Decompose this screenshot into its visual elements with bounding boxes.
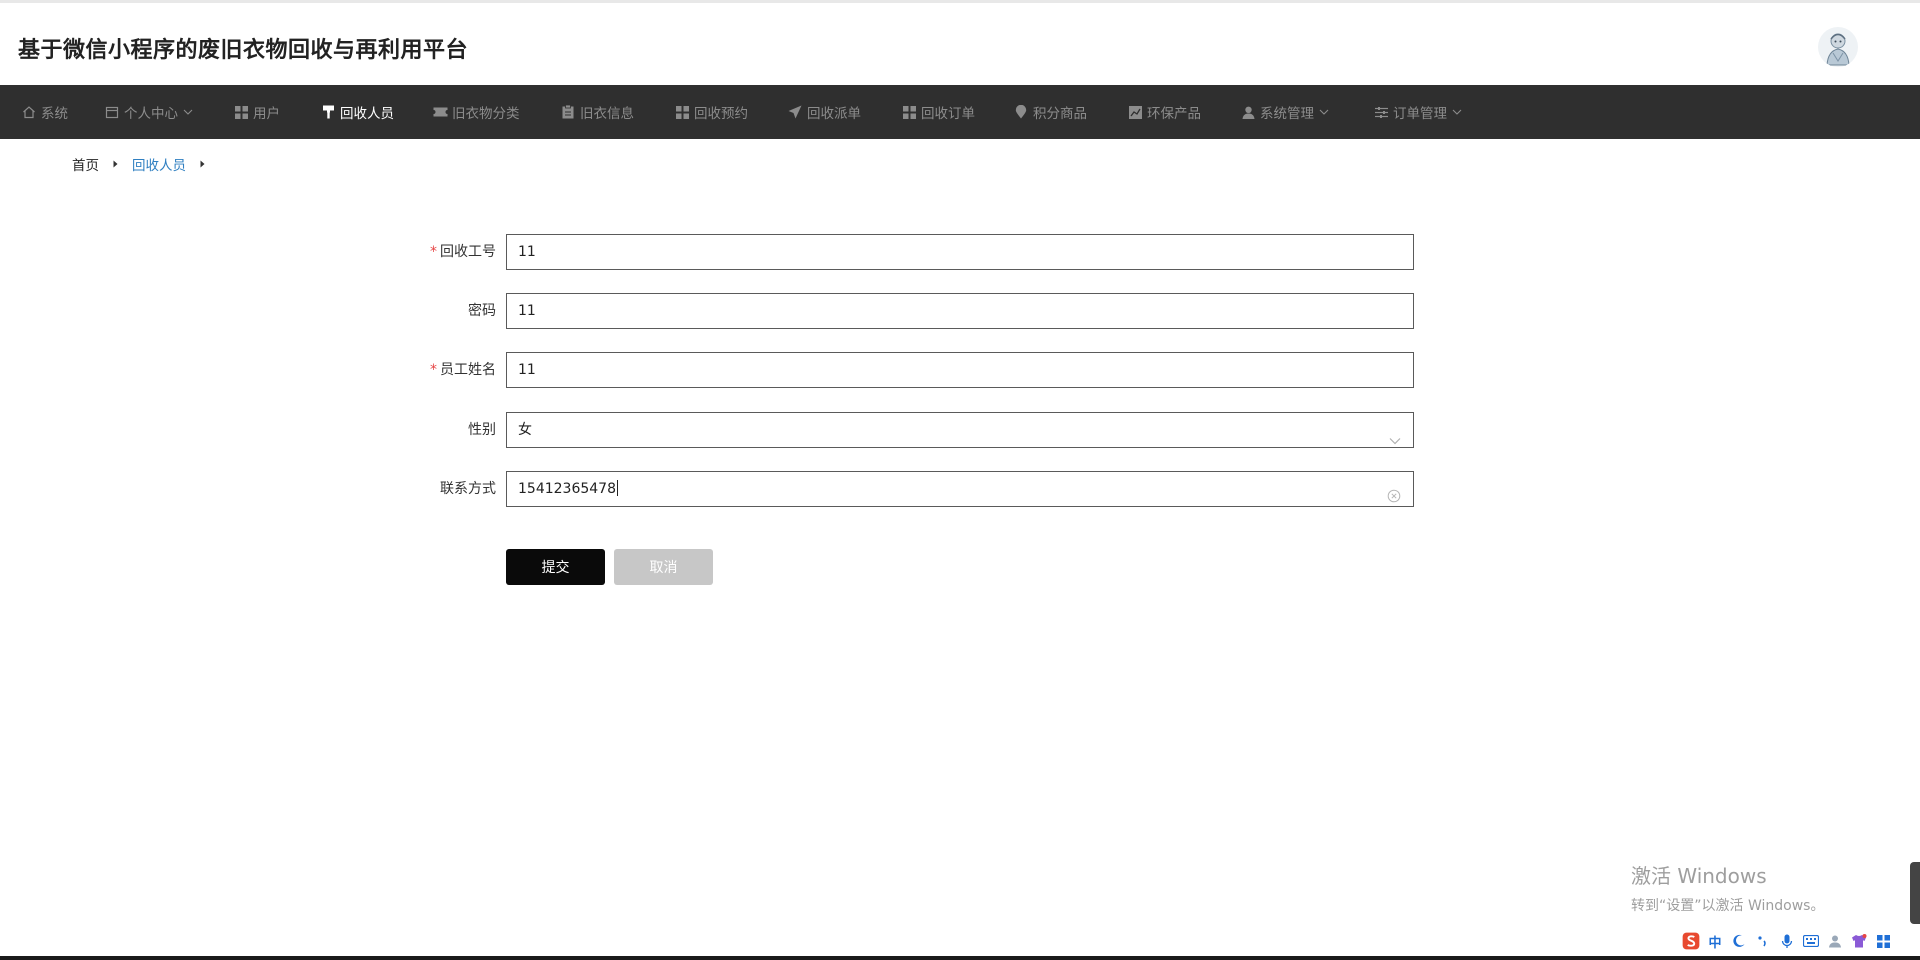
password-input[interactable]: 11: [506, 293, 1414, 329]
keyboard-icon[interactable]: [1802, 932, 1820, 950]
cancel-button[interactable]: 取消: [614, 549, 713, 585]
avatar[interactable]: [1818, 27, 1858, 67]
nav-label: 订单管理: [1393, 106, 1447, 122]
gender-select-value: 女: [518, 422, 532, 438]
staff-name-input[interactable]: 11: [506, 352, 1414, 388]
clear-icon[interactable]: [1387, 482, 1401, 516]
header: 基于微信小程序的废旧衣物回收与再利用平台: [0, 3, 1920, 85]
gender-select[interactable]: 女: [506, 412, 1414, 448]
nav-label: 旧衣信息: [580, 106, 634, 122]
toolbox-grid-icon[interactable]: [1874, 932, 1892, 950]
avatar-image: [1818, 27, 1858, 67]
clipboard-icon: [560, 104, 576, 120]
skin-shirt-icon[interactable]: [1850, 932, 1868, 950]
form-row-password: 密码 11: [400, 292, 1414, 330]
nav-label: 个人中心: [124, 106, 178, 122]
nav-item-system-management[interactable]: 系统管理: [1240, 85, 1329, 139]
required-mark: *: [430, 362, 437, 378]
punctuation-icon[interactable]: [1754, 932, 1772, 950]
user-icon: [1240, 104, 1256, 120]
nav-item-users[interactable]: 用户: [233, 85, 280, 139]
nav-label: 回收派单: [807, 106, 861, 122]
nav-item-recyclers[interactable]: 回收人员: [320, 85, 394, 139]
nav-item-personal-center[interactable]: 个人中心: [104, 85, 193, 139]
watermark-subtitle: 转到“设置”以激活 Windows。: [1631, 898, 1825, 914]
nav-label: 回收预约: [694, 106, 748, 122]
breadcrumb-home[interactable]: 首页: [72, 154, 99, 174]
staff-id-label: * 回收工号: [430, 244, 496, 260]
submit-button[interactable]: 提交: [506, 549, 605, 585]
contact-input[interactable]: 15412365478: [506, 471, 1414, 507]
nav-item-system[interactable]: 系统: [21, 85, 68, 139]
nav-label: 回收订单: [921, 106, 975, 122]
text-cursor: [616, 480, 618, 496]
send-icon: [787, 104, 803, 120]
nav-item-recycle-orders[interactable]: 回收订单: [901, 85, 975, 139]
breadcrumb: 首页 回收人员: [72, 154, 219, 174]
app-title: 基于微信小程序的废旧衣物回收与再利用平台: [18, 38, 469, 63]
ime-mode-indicator[interactable]: 中: [1706, 932, 1724, 951]
nav-item-clothes-category[interactable]: 旧衣物分类: [432, 85, 520, 139]
form-row-staff-name: * 员工姓名 11: [400, 351, 1414, 389]
nav-item-recycle-appointment[interactable]: 回收预约: [674, 85, 748, 139]
chevron-down-icon: [183, 109, 193, 115]
main-nav: 系统 个人中心 用户 回收人员 旧衣物分类 旧衣信息 回收预约 回收派单 回收订…: [0, 85, 1920, 139]
password-label: 密码: [468, 303, 496, 319]
nav-label: 用户: [253, 106, 280, 122]
breadcrumb-current[interactable]: 回收人员: [132, 154, 186, 174]
home-icon: [21, 104, 37, 120]
chevron-down-icon: [1319, 109, 1329, 115]
chevron-right-icon: [113, 160, 118, 168]
ticket-icon: [432, 104, 448, 120]
watermark-title: 激活 Windows: [1631, 864, 1767, 888]
chevron-down-icon: [1452, 109, 1462, 115]
nav-item-points-goods[interactable]: 积分商品: [1013, 85, 1087, 139]
nav-label: 积分商品: [1033, 106, 1087, 122]
gender-label: 性别: [468, 422, 496, 438]
location-pin-icon: [1013, 104, 1029, 120]
nav-label: 回收人员: [340, 106, 394, 122]
nav-item-order-management[interactable]: 订单管理: [1373, 85, 1462, 139]
grid-icon: [674, 104, 690, 120]
nav-label: 旧衣物分类: [452, 106, 520, 122]
user-profile-icon[interactable]: [1826, 932, 1844, 950]
sliders-icon: [1373, 104, 1389, 120]
nav-item-recycle-dispatch[interactable]: 回收派单: [787, 85, 861, 139]
staff-name-label: * 员工姓名: [430, 362, 496, 378]
side-scroll-handle[interactable]: [1910, 862, 1920, 924]
sogou-logo-icon[interactable]: [1682, 932, 1700, 950]
paint-roller-icon: [320, 104, 336, 120]
chart-icon: [1127, 104, 1143, 120]
windows-activation-watermark: 激活 Windows 转到“设置”以激活 Windows。: [1631, 860, 1824, 915]
microphone-icon[interactable]: [1778, 932, 1796, 950]
bottom-edge-bar: [0, 956, 1920, 960]
staff-id-input[interactable]: 11: [506, 234, 1414, 270]
ime-toolbar: 中: [1682, 926, 1892, 956]
required-mark: *: [430, 244, 437, 260]
form-row-staff-id: * 回收工号 11: [400, 233, 1414, 271]
contact-input-value: 15412365478: [518, 481, 616, 497]
grid-icon: [233, 104, 249, 120]
calendar-icon: [104, 104, 120, 120]
form-row-contact: 联系方式 15412365478: [400, 470, 1414, 508]
nav-label: 环保产品: [1147, 106, 1201, 122]
nav-item-clothes-info[interactable]: 旧衣信息: [560, 85, 634, 139]
contact-label: 联系方式: [440, 481, 496, 497]
chevron-right-icon: [200, 160, 205, 168]
form-row-gender: 性别 女: [400, 411, 1414, 449]
nav-label: 系统: [41, 106, 68, 122]
moon-icon[interactable]: [1730, 932, 1748, 950]
nav-item-eco-products[interactable]: 环保产品: [1127, 85, 1201, 139]
nav-label: 系统管理: [1260, 106, 1314, 122]
grid-icon: [901, 104, 917, 120]
chevron-down-icon: [1389, 424, 1401, 458]
